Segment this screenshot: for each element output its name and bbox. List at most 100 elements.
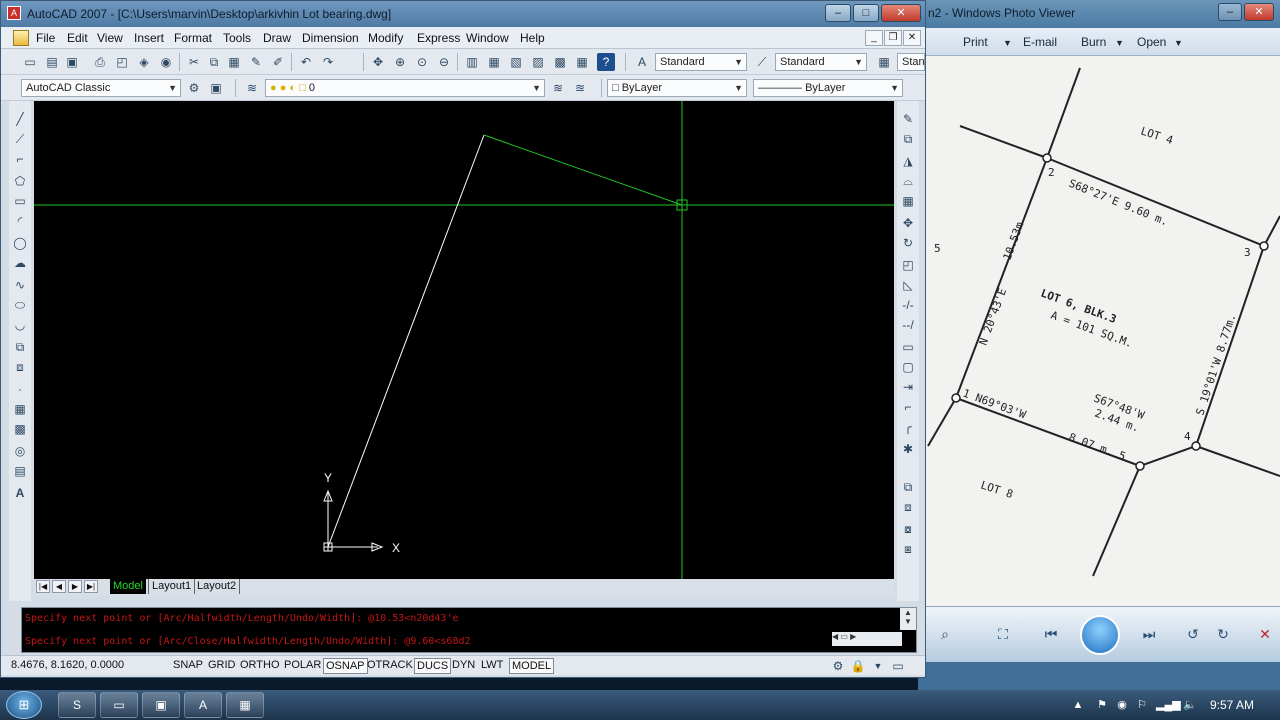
- dim-style-select[interactable]: Standard ▼: [775, 53, 867, 71]
- array-icon[interactable]: ▦: [900, 193, 916, 209]
- mirror-icon[interactable]: ◮: [900, 153, 916, 169]
- zoom-previous-icon[interactable]: ⊖: [435, 53, 453, 71]
- start-button[interactable]: ⊞: [6, 691, 42, 719]
- ducs-toggle[interactable]: DUCS: [414, 658, 452, 674]
- table-style-icon[interactable]: ▦: [875, 53, 893, 71]
- menu-window[interactable]: Window: [466, 31, 509, 45]
- text-style-select[interactable]: Standard ▼: [655, 53, 747, 71]
- clock[interactable]: 9:57 AM: [1210, 698, 1254, 712]
- menu-draw[interactable]: Draw: [263, 31, 291, 45]
- calculator-icon[interactable]: ▦: [573, 53, 591, 71]
- menu-view[interactable]: View: [97, 31, 123, 45]
- next-tab-icon[interactable]: ▶: [68, 580, 82, 593]
- move-icon[interactable]: ✥: [900, 215, 916, 231]
- match-properties-icon[interactable]: ✎: [247, 53, 265, 71]
- point-icon[interactable]: ·: [12, 381, 28, 397]
- command-scrollbar[interactable]: ▲ ▼: [900, 608, 916, 630]
- tab-layout1[interactable]: Layout1: [148, 579, 196, 594]
- command-line[interactable]: Specify next point or [Arc/Halfwidth/Len…: [21, 607, 917, 653]
- grid-toggle[interactable]: GRID: [206, 658, 238, 674]
- minimize-button[interactable]: –: [1218, 3, 1242, 21]
- close-button[interactable]: ✕: [881, 4, 921, 22]
- break-at-point-icon[interactable]: ▭: [900, 339, 916, 355]
- table-style-select[interactable]: Stan: [897, 53, 925, 71]
- skype-icon[interactable]: S: [58, 692, 96, 718]
- bring-to-front-icon[interactable]: ⧈: [900, 499, 916, 515]
- fillet-icon[interactable]: ╭: [900, 419, 916, 435]
- gradient-icon[interactable]: ▩: [12, 421, 28, 437]
- markup-icon[interactable]: ▩: [551, 53, 569, 71]
- pan-icon[interactable]: ✥: [369, 53, 387, 71]
- properties-icon[interactable]: ▥: [463, 53, 481, 71]
- photo-viewer-window[interactable]: n2 - Windows Photo Viewer – ✕ Print ▼ E-…: [918, 0, 1280, 690]
- action-center-icon[interactable]: ⚐: [1134, 697, 1150, 713]
- hatch-icon[interactable]: ▦: [12, 401, 28, 417]
- drawing-canvas[interactable]: Y X: [34, 101, 894, 579]
- open-menu[interactable]: Open: [1137, 35, 1166, 49]
- osnap-toggle[interactable]: OSNAP: [323, 658, 368, 674]
- menu-format[interactable]: Format: [174, 31, 212, 45]
- previous-icon[interactable]: ⏮: [1038, 621, 1064, 647]
- block-editor-icon[interactable]: ✐: [269, 53, 287, 71]
- cut-icon[interactable]: ✂: [185, 53, 203, 71]
- zoom-realtime-icon[interactable]: ⊕: [391, 53, 409, 71]
- tab-layout2[interactable]: Layout2: [194, 579, 241, 594]
- draw-order-icon[interactable]: ⧉: [900, 479, 916, 495]
- menu-help[interactable]: Help: [520, 31, 545, 45]
- plot-preview-icon[interactable]: ◰: [113, 53, 131, 71]
- construction-line-icon[interactable]: ⟋: [12, 131, 28, 147]
- rotate-icon[interactable]: ↻: [900, 235, 916, 251]
- extend-icon[interactable]: --/: [900, 317, 916, 333]
- print-chevron-icon[interactable]: ▼: [1003, 38, 1012, 48]
- lock-icon[interactable]: 🔒: [849, 657, 867, 675]
- menu-insert[interactable]: Insert: [134, 31, 164, 45]
- sheet-set-icon[interactable]: ▨: [529, 53, 547, 71]
- tray-chevron-icon[interactable]: ▲: [1070, 697, 1086, 713]
- polar-toggle[interactable]: POLAR: [282, 658, 323, 674]
- dyn-toggle[interactable]: DYN: [450, 658, 477, 674]
- scale-icon[interactable]: ◰: [900, 257, 916, 273]
- photo-viewer-task-icon[interactable]: ▦: [226, 692, 264, 718]
- communication-center-icon[interactable]: ⚙: [829, 657, 847, 675]
- menu-dimension[interactable]: Dimension: [302, 31, 359, 45]
- bring-above-icon[interactable]: ⧆: [900, 541, 916, 557]
- layer-select[interactable]: ● ● ◐ □ 0 ▼: [265, 79, 545, 97]
- break-icon[interactable]: ▢: [900, 359, 916, 375]
- paste-icon[interactable]: ▦: [225, 53, 243, 71]
- close-button[interactable]: ✕: [1244, 3, 1274, 21]
- linetype-select[interactable]: ———— ByLayer ▼: [753, 79, 903, 97]
- rectangle-icon[interactable]: ▭: [12, 193, 28, 209]
- table-icon[interactable]: ▤: [12, 463, 28, 479]
- chamfer-icon[interactable]: ⌐: [900, 399, 916, 415]
- save-icon[interactable]: ▣: [63, 53, 81, 71]
- burn-chevron-icon[interactable]: ▼: [1115, 38, 1124, 48]
- circle-icon[interactable]: ◯: [12, 235, 28, 251]
- rotate-left-icon[interactable]: ↺: [1180, 621, 1206, 647]
- make-layer-current-icon[interactable]: ≋: [549, 79, 567, 97]
- print-icon[interactable]: ⎙: [91, 53, 109, 71]
- redo-icon[interactable]: ↷: [319, 53, 337, 71]
- layer-manager-icon[interactable]: ≋: [243, 79, 261, 97]
- undo-icon[interactable]: ↶: [297, 53, 315, 71]
- command-hscrollbar[interactable]: ◀ ▭ ▶: [832, 632, 902, 646]
- layer-previous-icon[interactable]: ≊: [571, 79, 589, 97]
- color-select[interactable]: □ ByLayer ▼: [607, 79, 747, 97]
- autocad-window[interactable]: A AutoCAD 2007 - [C:\Users\marvin\Deskto…: [0, 0, 926, 678]
- autocad-title-bar[interactable]: A AutoCAD 2007 - [C:\Users\marvin\Deskto…: [1, 1, 925, 27]
- join-icon[interactable]: ⇥: [900, 379, 916, 395]
- zoom-icon[interactable]: ⌕: [932, 621, 958, 647]
- open-chevron-icon[interactable]: ▼: [1174, 38, 1183, 48]
- explode-icon[interactable]: ✱: [900, 441, 916, 457]
- polygon-icon[interactable]: ⬠: [12, 173, 28, 189]
- actual-size-icon[interactable]: ⛶: [990, 621, 1016, 647]
- multiline-text-icon[interactable]: A: [12, 485, 28, 501]
- explorer-icon[interactable]: ▭: [100, 692, 138, 718]
- next-icon[interactable]: ⏭: [1136, 621, 1162, 647]
- region-icon[interactable]: ◎: [12, 443, 28, 459]
- menu-modify[interactable]: Modify: [368, 31, 403, 45]
- command-input[interactable]: Specify next point or [Arc/Close/Halfwid…: [25, 636, 471, 647]
- ellipse-arc-icon[interactable]: ◡: [12, 317, 28, 333]
- menu-file[interactable]: File: [36, 31, 55, 45]
- status-menu-chevron-icon[interactable]: ▼: [869, 657, 887, 675]
- line-icon[interactable]: ╱: [12, 111, 28, 127]
